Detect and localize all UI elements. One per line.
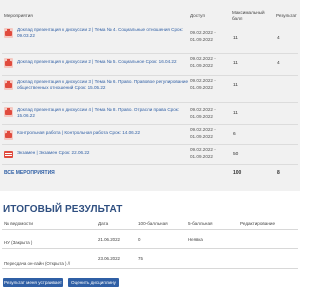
header-max-score: Максимальный балл xyxy=(232,10,265,21)
result: 4 xyxy=(277,36,280,41)
final-result-title: ИТОГОВЫЙ РЕЗУЛЬТАТ xyxy=(3,204,123,215)
activities-panel: Мероприятия Доступ Максимальный балл Рез… xyxy=(0,0,300,191)
activity-row: Доклад презентация к дискуссии 2 | Тема … xyxy=(0,54,300,76)
score-100: 0 xyxy=(138,237,141,242)
score-100: 75 xyxy=(138,256,143,261)
activity-link[interactable]: Доклад презентация к дискуссии 2 | Тема … xyxy=(17,59,187,65)
access-to: 01.09.2022 xyxy=(190,85,213,90)
document-icon xyxy=(4,107,13,117)
max-score: 11 xyxy=(233,36,238,41)
access-from: 09.02.2022 - xyxy=(190,127,216,132)
access-to: 01.09.2022 xyxy=(190,134,213,139)
access-from: 09.02.2022 - xyxy=(190,147,216,152)
score-5: Неявка xyxy=(188,237,203,242)
activity-row: Доклад презентация к дискуссии 4 | Тема … xyxy=(0,103,300,125)
activity-row: Доклад презентация к дискуссии 2 | Тема … xyxy=(0,21,300,54)
header-date: Дата xyxy=(98,221,109,226)
access-to: 01.09.2022 xyxy=(190,114,213,119)
activity-row: Экзамен | Экзамен Срок: 22.06.22 09.02.2… xyxy=(0,145,300,165)
activity-link[interactable]: Доклад презентация к дискуссии 2 | Тема … xyxy=(17,27,187,40)
access-from: 09.02.2022 - xyxy=(190,30,216,35)
activity-row: Контрольная работа | Контрольная работа … xyxy=(0,125,300,145)
access-to: 01.09.2022 xyxy=(190,154,213,159)
activity-link[interactable]: Доклад презентация к дискуссии 3 | Тема … xyxy=(17,79,189,92)
statement-name: НУ (Закрыта ) xyxy=(4,240,33,245)
result: 4 xyxy=(277,61,280,66)
max-score: 11 xyxy=(233,61,238,66)
id-card-icon xyxy=(4,151,13,158)
total-max-score: 100 xyxy=(233,170,242,176)
statement-date: 23.06.2022 xyxy=(98,256,120,261)
divider xyxy=(2,248,298,249)
header-edit: Редактирование xyxy=(240,221,275,226)
activity-link[interactable]: Контрольная работа | Контрольная работа … xyxy=(17,130,189,136)
max-score: 11 xyxy=(233,111,238,116)
document-icon xyxy=(4,58,13,68)
access-from: 09.02.2022 - xyxy=(190,78,216,83)
statement-date: 21.06.2022 xyxy=(98,237,120,242)
total-label: ВСЕ МЕРОПРИЯТИЯ xyxy=(4,170,55,176)
activity-link[interactable]: Экзамен | Экзамен Срок: 22.06.22 xyxy=(17,150,189,156)
header-access: Доступ xyxy=(190,13,205,18)
document-icon xyxy=(4,130,13,140)
max-score: 11 xyxy=(233,83,238,88)
header-result: Результат xyxy=(276,13,297,18)
access-to: 01.09.2022 xyxy=(190,37,213,42)
satisfied-button[interactable]: Результат меня устраивает xyxy=(3,278,63,287)
access-from: 09.02.2022 - xyxy=(190,107,216,112)
header-score5: 5-балльная xyxy=(188,221,213,226)
document-icon xyxy=(4,28,13,38)
header-statement: № ведомости xyxy=(4,221,33,226)
access-from: 09.02.2022 - xyxy=(190,56,216,61)
header-activity: Мероприятия xyxy=(4,13,33,18)
max-score: 6 xyxy=(233,132,236,137)
max-score: 50 xyxy=(233,152,239,157)
access-to: 01.09.2022 xyxy=(190,63,213,68)
rate-discipline-button[interactable]: Оценить дисциплину xyxy=(68,278,119,287)
statement-name: Пересдача он-лайн (Открыта ) // xyxy=(4,261,71,266)
header-score100: 100-балльная xyxy=(138,221,168,226)
divider xyxy=(2,229,298,230)
divider xyxy=(2,268,298,269)
activity-row: Доклад презентация к дискуссии 3 | Тема … xyxy=(0,76,300,103)
total-result: 8 xyxy=(277,170,280,176)
document-icon xyxy=(4,80,13,90)
activity-link[interactable]: Доклад презентация к дискуссии 4 | Тема … xyxy=(17,107,189,120)
